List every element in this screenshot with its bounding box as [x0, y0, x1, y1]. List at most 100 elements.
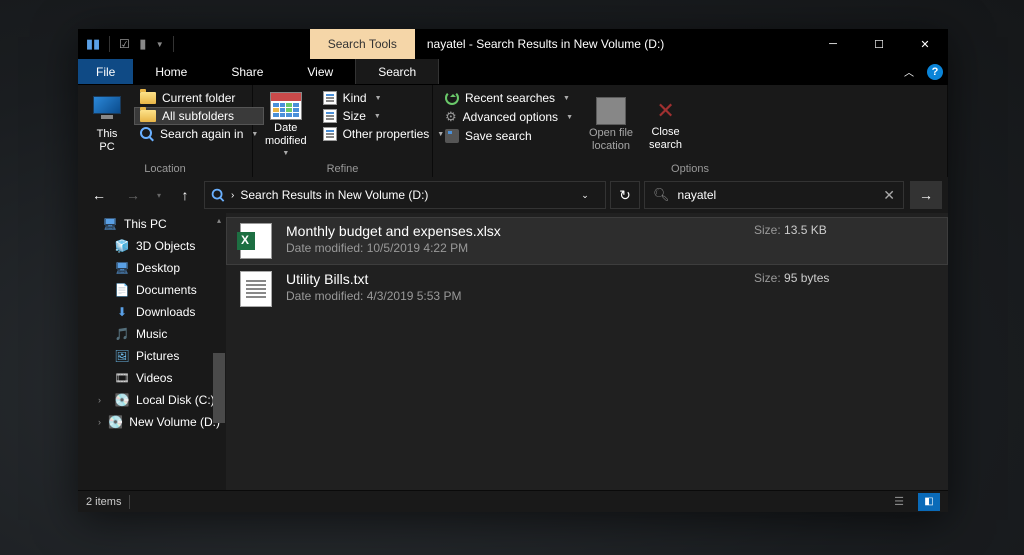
properties-qat-icon[interactable]: ☑	[119, 37, 130, 51]
maximize-button[interactable]: ☐	[856, 29, 902, 59]
separator	[109, 36, 110, 52]
breadcrumb-text: Search Results in New Volume (D:)	[240, 188, 428, 202]
file-size: Size: 13.5 KB	[754, 223, 934, 237]
tree-root-this-pc[interactable]: 🖥 This PC	[78, 213, 226, 235]
all-subfolders-label: All subfolders	[162, 109, 234, 123]
tab-share[interactable]: Share	[209, 59, 285, 84]
monitor-icon	[90, 96, 124, 126]
chevron-down-icon: ▼	[282, 150, 289, 158]
explorer-window: ▮▮ ☑ ▮ ▼ Search Tools nayatel - Search R…	[78, 29, 948, 512]
advanced-options-button[interactable]: ⚙ Advanced options ▼	[439, 107, 579, 127]
tab-search[interactable]: Search	[355, 59, 439, 84]
recent-searches-button[interactable]: Recent searches ▼	[439, 89, 579, 107]
tree-item-new-volume-d-[interactable]: ›💽New Volume (D:)	[78, 411, 226, 433]
tree-item-downloads[interactable]: ⬇Downloads	[78, 301, 226, 323]
result-row[interactable]: Utility Bills.txt Date modified: 4/3/201…	[226, 265, 948, 313]
close-button[interactable]: ✕	[902, 29, 948, 59]
tree-item-3d-objects[interactable]: 🧊3D Objects	[78, 235, 226, 257]
forward-button[interactable]: →	[118, 181, 148, 209]
kind-icon	[323, 91, 337, 105]
save-icon	[445, 129, 459, 143]
search-box[interactable]: 🔍︎ ✕	[644, 181, 904, 209]
details-view-button[interactable]: ☰	[888, 493, 910, 511]
file-modified: Date modified: 4/3/2019 5:53 PM	[286, 289, 740, 303]
size-label: Size	[343, 109, 366, 123]
size-button[interactable]: Size ▼	[317, 107, 451, 125]
new-folder-qat-icon[interactable]: ▮	[136, 37, 150, 51]
tree-chevron: ›	[98, 417, 102, 427]
minimize-button[interactable]: ─	[810, 29, 856, 59]
search-again-label: Search again in	[160, 127, 243, 141]
xlsx-file-icon	[240, 223, 272, 259]
all-subfolders-button[interactable]: All subfolders	[134, 107, 264, 125]
chevron-down-icon: ▼	[566, 114, 573, 121]
ribbon: This PC Current folder All subfolders Se…	[78, 85, 948, 177]
collapse-ribbon-icon[interactable]: ︿	[896, 59, 922, 84]
tree-item-desktop[interactable]: 🖥Desktop	[78, 257, 226, 279]
cube-icon: 🧊	[114, 239, 130, 253]
context-tab-search-tools[interactable]: Search Tools	[310, 29, 415, 59]
separator	[129, 495, 130, 509]
result-row[interactable]: Monthly budget and expenses.xlsx Date mo…	[226, 217, 948, 265]
chevron-down-icon: ▼	[563, 95, 570, 102]
menu-tabs: File Home Share View Search ︿ ?	[78, 59, 948, 85]
other-properties-button[interactable]: Other properties ▼	[317, 125, 451, 143]
address-bar[interactable]: › Search Results in New Volume (D:) ⌄	[204, 181, 606, 209]
help-button[interactable]: ?	[922, 59, 948, 84]
address-dropdown-icon[interactable]: ⌄	[571, 182, 599, 208]
this-pc-button[interactable]: This PC	[84, 89, 130, 161]
up-button[interactable]: ↑	[170, 181, 200, 209]
tree-item-documents[interactable]: 📄Documents	[78, 279, 226, 301]
calendar-icon	[270, 92, 302, 120]
tree-scrollbar[interactable]: ▴	[212, 213, 226, 490]
tree-item-local-disk-c-[interactable]: ›💽Local Disk (C:)	[78, 389, 226, 411]
titlebar: ▮▮ ☑ ▮ ▼ Search Tools nayatel - Search R…	[78, 29, 948, 59]
qat-dropdown-icon[interactable]: ▼	[156, 40, 164, 49]
scroll-up-icon[interactable]: ▴	[212, 213, 226, 227]
search-go-button[interactable]: →	[910, 181, 942, 209]
file-name: Utility Bills.txt	[286, 271, 740, 287]
tree-item-videos[interactable]: 🎞Videos	[78, 367, 226, 389]
group-label: Refine	[259, 161, 426, 175]
search-icon: 🔍︎	[653, 187, 670, 203]
gear-icon: ⚙	[445, 109, 457, 125]
tree-item-pictures[interactable]: 🖼Pictures	[78, 345, 226, 367]
folder-icon	[140, 110, 156, 122]
results-list: Monthly budget and expenses.xlsx Date mo…	[226, 213, 948, 490]
recent-searches-label: Recent searches	[465, 91, 555, 105]
close-search-button[interactable]: ✕ Close search	[643, 89, 688, 161]
recent-icon	[445, 91, 459, 105]
status-bar: 2 items ☰ ◧	[78, 490, 948, 512]
kind-button[interactable]: Kind ▼	[317, 89, 451, 107]
download-icon: ⬇	[114, 305, 130, 319]
clear-search-icon[interactable]: ✕	[883, 187, 895, 204]
pictures-icon: 🖼	[114, 349, 130, 363]
large-icons-view-button[interactable]: ◧	[918, 493, 940, 511]
chevron-right-icon: ›	[231, 190, 234, 201]
tree-item-music[interactable]: 🎵Music	[78, 323, 226, 345]
refresh-button[interactable]: ↻	[610, 181, 640, 209]
tab-home[interactable]: Home	[133, 59, 209, 84]
current-folder-button[interactable]: Current folder	[134, 89, 264, 107]
doc-icon: 📄	[114, 283, 130, 297]
tab-view[interactable]: View	[285, 59, 355, 84]
save-search-label: Save search	[465, 129, 532, 143]
save-search-button[interactable]: Save search	[439, 127, 579, 145]
tree-root-label: This PC	[124, 217, 167, 231]
history-dropdown[interactable]: ▾	[152, 181, 166, 209]
open-file-location-button[interactable]: Open file location	[583, 89, 639, 161]
help-icon: ?	[927, 64, 943, 80]
search-again-button[interactable]: Search again in ▼	[134, 125, 264, 143]
tree-item-label: Music	[136, 327, 167, 341]
tree-item-label: Local Disk (C:)	[136, 393, 215, 407]
file-modified: Date modified: 10/5/2019 4:22 PM	[286, 241, 740, 255]
ribbon-group-location: This PC Current folder All subfolders Se…	[78, 85, 253, 177]
file-menu[interactable]: File	[78, 59, 133, 84]
tree-chevron: ›	[98, 395, 108, 405]
properties-icon	[323, 127, 337, 141]
date-modified-button[interactable]: Date modified▼	[259, 89, 313, 161]
scroll-thumb[interactable]	[213, 353, 225, 423]
search-input[interactable]	[678, 188, 876, 202]
search-location-icon	[212, 189, 225, 202]
back-button[interactable]: ←	[84, 181, 114, 209]
